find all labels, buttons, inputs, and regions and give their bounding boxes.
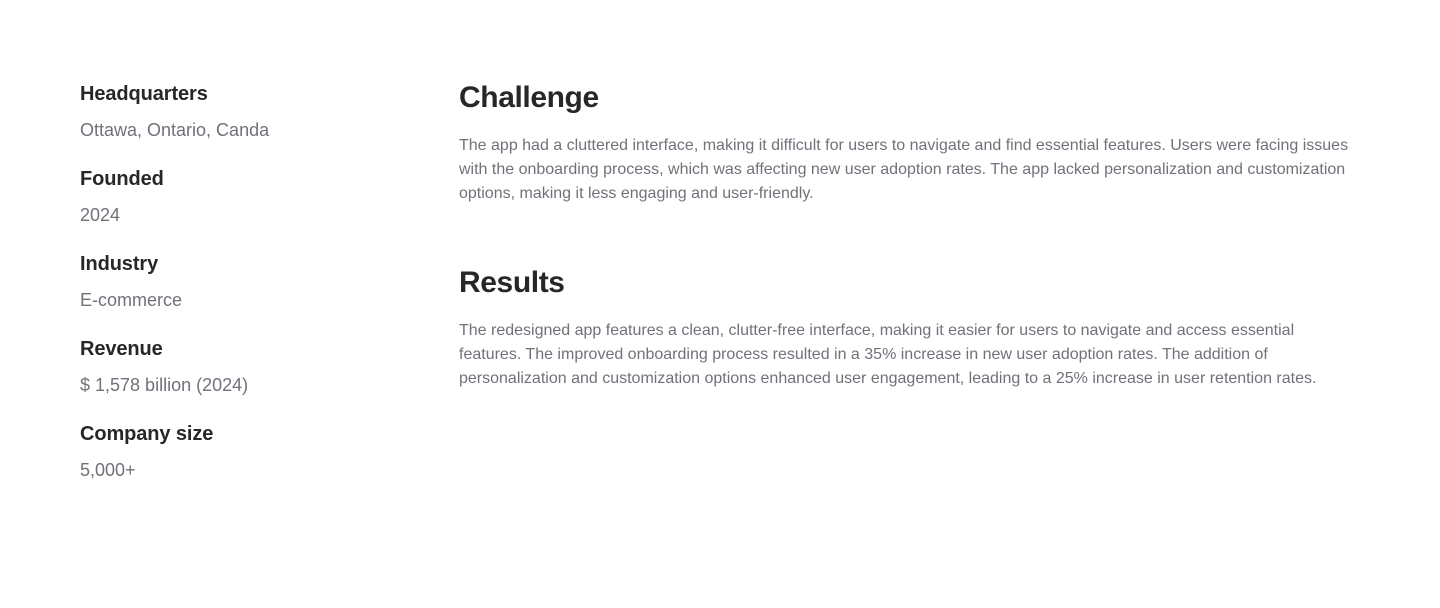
challenge-section: Challenge The app had a cluttered interf…: [459, 79, 1369, 206]
fact-headquarters: Headquarters Ottawa, Ontario, Canda: [80, 80, 400, 144]
fact-label: Industry: [80, 253, 159, 275]
fact-value: Ottawa, Ontario, Canda: [80, 120, 270, 140]
section-body: The app had a cluttered interface, makin…: [459, 137, 1349, 202]
fact-revenue: Revenue $ 1,578 billion (2024): [80, 335, 400, 399]
fact-value: E-commerce: [80, 290, 183, 310]
fact-industry: Industry E-commerce: [80, 250, 400, 314]
fact-value: 2024: [80, 205, 121, 225]
fact-label: Founded: [80, 168, 164, 190]
fact-value: 5,000+: [80, 460, 136, 480]
case-study-page: Headquarters Ottawa, Ontario, Canda Foun…: [0, 0, 1440, 608]
fact-company-size: Company size 5,000+: [80, 420, 400, 484]
results-section: Results The redesigned app features a cl…: [459, 264, 1369, 391]
fact-label: Headquarters: [80, 83, 208, 105]
fact-label: Company size: [80, 423, 214, 445]
section-title: Results: [459, 266, 565, 299]
case-study-content: Challenge The app had a cluttered interf…: [459, 79, 1369, 407]
fact-label: Revenue: [80, 338, 163, 360]
fact-founded: Founded 2024: [80, 165, 400, 229]
company-facts: Headquarters Ottawa, Ontario, Canda Foun…: [80, 80, 400, 505]
section-title: Challenge: [459, 81, 599, 114]
section-body: The redesigned app features a clean, clu…: [459, 322, 1317, 387]
fact-value: $ 1,578 billion (2024): [80, 375, 249, 395]
